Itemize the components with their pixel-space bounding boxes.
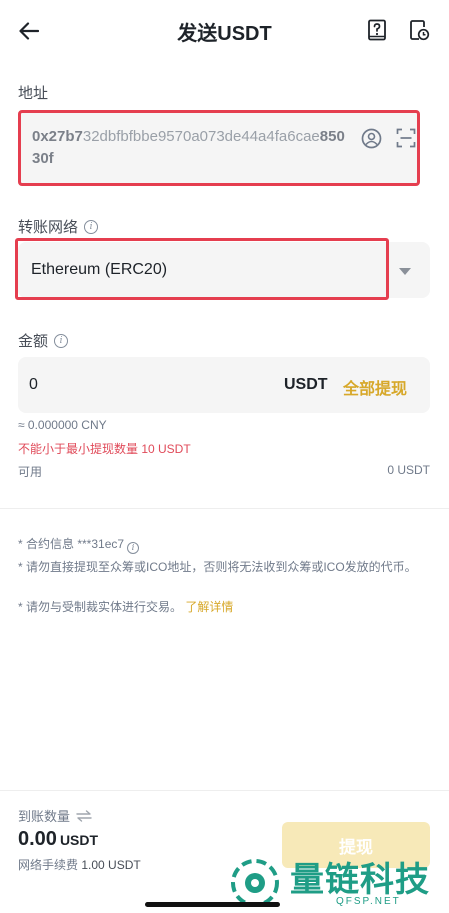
divider <box>0 508 449 509</box>
help-book-icon <box>368 19 386 41</box>
amount-label: 金额 i <box>18 330 69 351</box>
history-button[interactable] <box>404 15 434 45</box>
scan-icon <box>396 128 416 148</box>
info-icon[interactable]: i <box>84 219 99 234</box>
amount-error: 不能小于最小提现数量 10 USDT <box>18 442 191 456</box>
amount-unit: USDT <box>284 376 328 393</box>
address-value: 0x27b732dbfbfbbe9570a073de44a4fa6cae8503… <box>32 128 345 167</box>
withdraw-all-button[interactable]: 全部提现 <box>343 375 407 399</box>
learn-more-link[interactable]: 了解详情 <box>185 600 233 614</box>
available-label: 可用 <box>18 465 43 479</box>
ico-warning: * 请勿直接提现至众筹或ICO地址，否则将无法收到众筹或ICO发放的代币。 <box>18 560 417 574</box>
history-icon <box>410 20 430 41</box>
header: 发送USDT <box>0 0 449 60</box>
info-icon[interactable]: i <box>127 541 140 554</box>
home-indicator[interactable] <box>145 902 280 907</box>
amount-field[interactable]: 0 USDT 全部提现 <box>18 357 430 413</box>
received-amount: 0.00 USDT <box>18 828 99 850</box>
help-button[interactable] <box>362 15 392 45</box>
available-value: 0 USDT <box>387 463 430 477</box>
amount-input[interactable]: 0 <box>29 376 38 394</box>
address-label: 地址 <box>18 85 49 102</box>
contact-button[interactable] <box>359 126 383 150</box>
arrow-left-icon <box>19 22 39 40</box>
swap-icon[interactable] <box>76 809 92 822</box>
sanction-note: * 请勿与受制裁实体进行交易。 了解详情 <box>18 600 234 614</box>
scan-button[interactable] <box>394 126 418 150</box>
received-label: 到账数量 <box>18 806 92 825</box>
back-button[interactable] <box>14 16 44 46</box>
contract-info: * 合约信息 ***31ec7 i <box>18 536 433 554</box>
network-selected-value: Ethereum (ERC20) <box>31 261 168 278</box>
watermark-subtext: QFSP.NET <box>336 896 401 907</box>
fiat-estimate: ≈ 0.000000 CNY <box>18 418 107 432</box>
info-icon[interactable]: i <box>54 333 69 348</box>
network-label: 转账网络 i <box>18 216 99 237</box>
contact-icon <box>361 128 381 148</box>
network-fee: 网络手续费 1.00 USDT <box>18 858 141 872</box>
network-select[interactable]: Ethereum (ERC20) <box>15 238 389 300</box>
watermark-text: 量链科技 <box>290 861 430 899</box>
address-field[interactable]: 0x27b732dbfbfbbe9570a073de44a4fa6cae8503… <box>18 110 420 186</box>
divider <box>0 790 449 791</box>
caret-down-icon[interactable] <box>399 268 411 275</box>
